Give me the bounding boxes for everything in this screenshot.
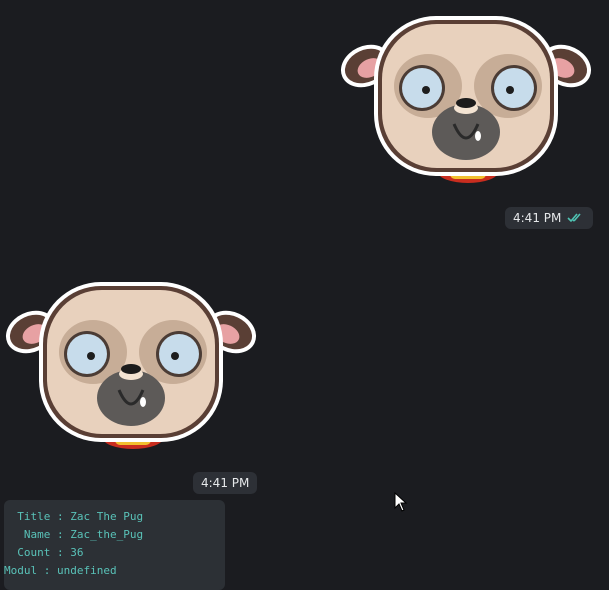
- message-timestamp: 4:41 PM: [505, 207, 594, 229]
- info-count-line: Count : 36: [4, 546, 84, 559]
- double-check-icon: [567, 212, 585, 224]
- timestamp-text: 4:41 PM: [513, 211, 562, 225]
- pug-face-icon: [5, 282, 257, 449]
- timestamp-text: 4:41 PM: [201, 476, 250, 490]
- info-modul-line: Modul : undefined: [4, 564, 117, 577]
- sticker-info-card: Title : Zac The Pug Name : Zac_the_Pug C…: [4, 500, 225, 590]
- info-name-line: Name : Zac_the_Pug: [4, 528, 144, 541]
- mouse-cursor-icon: [394, 491, 408, 516]
- pug-sticker-sent[interactable]: [340, 14, 594, 192]
- info-title-line: Title : Zac The Pug: [4, 510, 144, 523]
- message-timestamp: 4:41 PM: [193, 472, 258, 494]
- pug-face-icon: [340, 16, 592, 183]
- pug-sticker-received[interactable]: [5, 280, 259, 458]
